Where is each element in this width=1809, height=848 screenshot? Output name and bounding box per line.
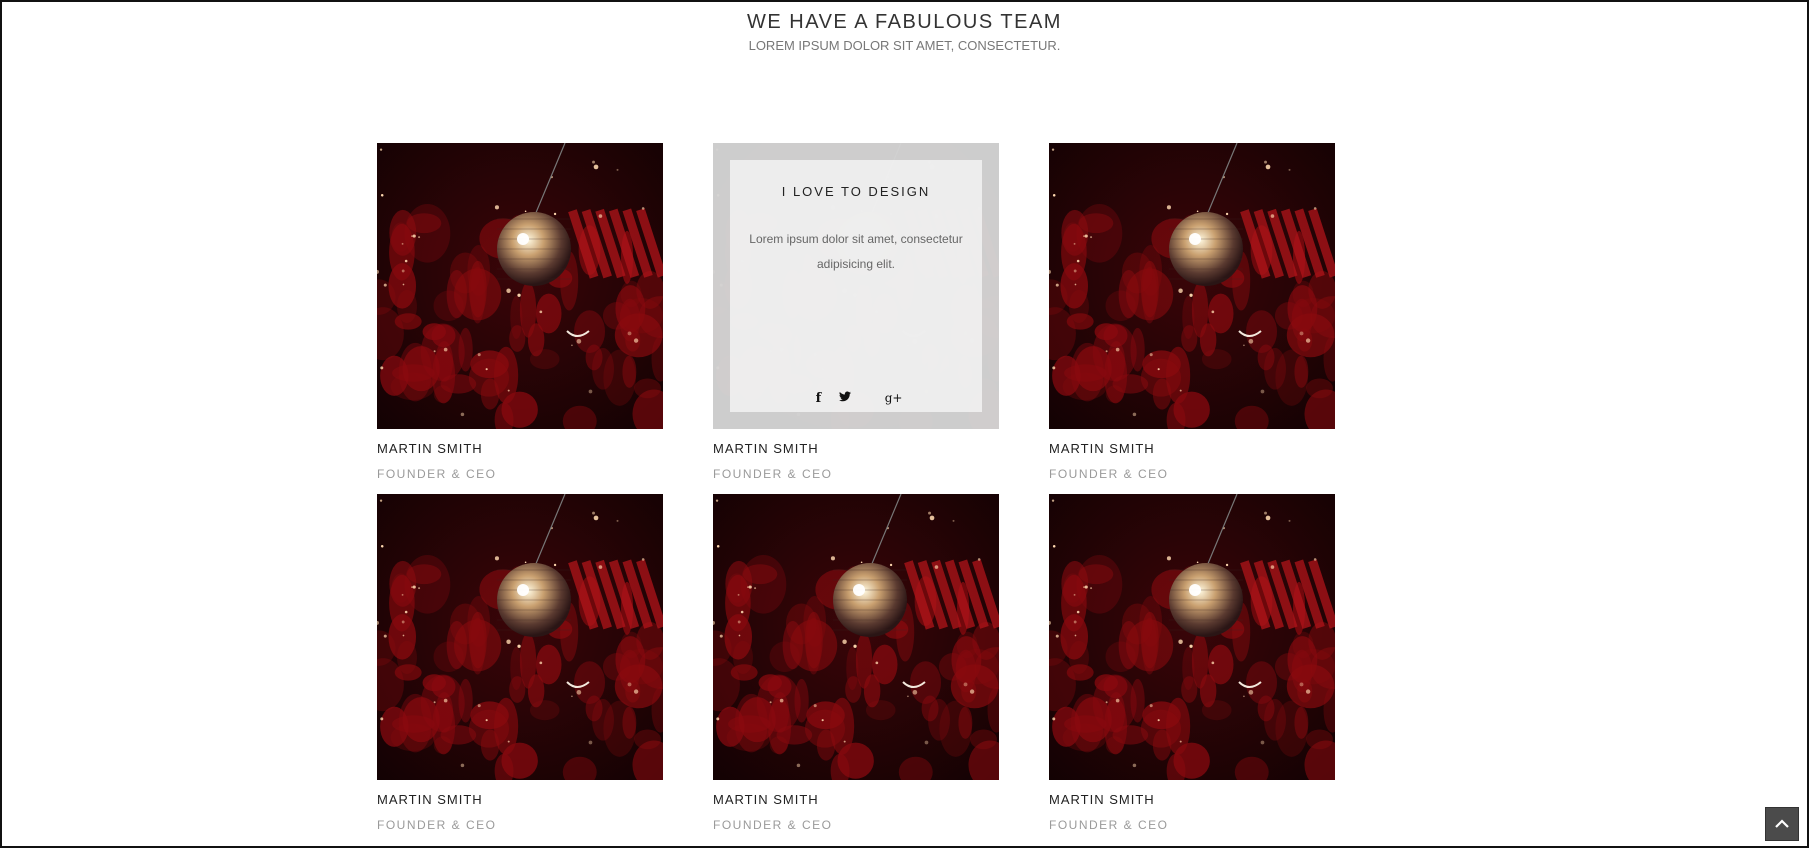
- hover-overlay-panel: I LOVE TO DESIGN Lorem ipsum dolor sit a…: [730, 160, 982, 412]
- team-member-card[interactable]: MARTIN SMITH FOUNDER & CEO: [377, 143, 663, 481]
- hover-description: Lorem ipsum dolor sit amet, consectetur …: [749, 232, 963, 271]
- team-member-card[interactable]: MARTIN SMITH FOUNDER & CEO: [1049, 494, 1335, 832]
- team-member-photo[interactable]: [713, 494, 999, 780]
- facebook-icon[interactable]: f: [801, 387, 835, 411]
- back-to-top-button[interactable]: [1765, 807, 1799, 841]
- team-member-name: MARTIN SMITH: [377, 792, 483, 807]
- team-member-card[interactable]: MARTIN SMITH FOUNDER & CEO: [377, 494, 663, 832]
- team-member-card[interactable]: I LOVE TO DESIGN Lorem ipsum dolor sit a…: [713, 143, 999, 481]
- hover-title: I LOVE TO DESIGN: [781, 184, 931, 199]
- team-member-role: FOUNDER & CEO: [377, 818, 497, 832]
- team-member-role: FOUNDER & CEO: [377, 467, 497, 481]
- disco-ball-photo: [713, 494, 999, 780]
- team-member-role: FOUNDER & CEO: [1049, 467, 1169, 481]
- disco-ball-photo: [1049, 494, 1335, 780]
- team-member-name: MARTIN SMITH: [713, 792, 819, 807]
- section-title: WE HAVE A FABULOUS TEAM: [747, 11, 1062, 33]
- team-member-photo[interactable]: [1049, 494, 1335, 780]
- team-member-card[interactable]: MARTIN SMITH FOUNDER & CEO: [713, 494, 999, 832]
- google-plus-icon[interactable]: g+: [877, 386, 911, 410]
- chevron-up-icon: [1775, 819, 1789, 828]
- team-member-photo[interactable]: [377, 143, 663, 429]
- disco-ball-photo: [1049, 143, 1335, 429]
- team-member-photo[interactable]: [377, 494, 663, 780]
- team-member-role: FOUNDER & CEO: [713, 467, 833, 481]
- team-member-name: MARTIN SMITH: [377, 441, 483, 456]
- team-member-name: MARTIN SMITH: [1049, 441, 1155, 456]
- hover-overlay: I LOVE TO DESIGN Lorem ipsum dolor sit a…: [713, 143, 999, 429]
- team-member-role: FOUNDER & CEO: [1049, 818, 1169, 832]
- disco-ball-photo: [377, 143, 663, 429]
- twitter-icon[interactable]: [839, 391, 873, 402]
- page-frame: WE HAVE A FABULOUS TEAM LOREM IPSUM DOLO…: [0, 0, 1809, 848]
- disco-ball-photo: [377, 494, 663, 780]
- team-member-role: FOUNDER & CEO: [713, 818, 833, 832]
- team-member-card[interactable]: MARTIN SMITH FOUNDER & CEO: [1049, 143, 1335, 481]
- social-links: f g+: [730, 386, 982, 410]
- team-member-photo[interactable]: [1049, 143, 1335, 429]
- section-subtitle: LOREM IPSUM DOLOR SIT AMET, CONSECTETUR.: [748, 38, 1061, 53]
- team-member-photo[interactable]: I LOVE TO DESIGN Lorem ipsum dolor sit a…: [713, 143, 999, 429]
- team-member-name: MARTIN SMITH: [713, 441, 819, 456]
- team-member-name: MARTIN SMITH: [1049, 792, 1155, 807]
